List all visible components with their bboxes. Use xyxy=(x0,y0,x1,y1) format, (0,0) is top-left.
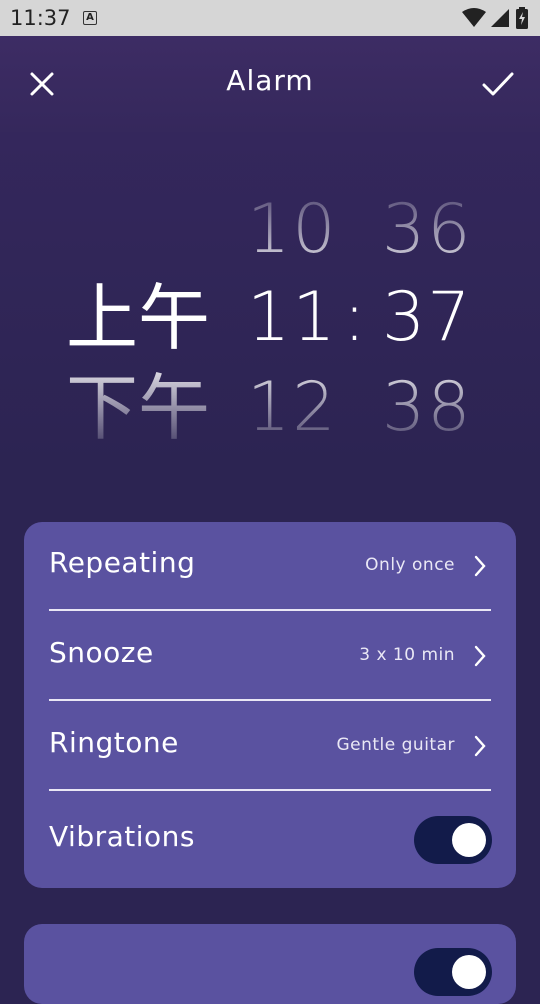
chevron-right-icon xyxy=(474,555,486,577)
snooze-label: Snooze xyxy=(49,636,154,669)
ringtone-row[interactable]: Ringtone Gentle guitar xyxy=(49,702,491,792)
hour-selected[interactable]: 11 xyxy=(247,278,338,358)
snooze-row[interactable]: Snooze 3 x 10 min xyxy=(49,612,491,702)
minute-next[interactable]: 38 xyxy=(382,368,473,448)
ampm-next[interactable]: 下午 xyxy=(66,368,210,448)
app-header: Alarm xyxy=(0,36,540,132)
signal-icon xyxy=(491,9,509,27)
secondary-toggle[interactable] xyxy=(414,948,492,996)
page-title: Alarm xyxy=(226,64,314,97)
ringtone-label: Ringtone xyxy=(49,726,179,759)
repeating-value: Only once xyxy=(365,555,455,575)
vibrations-label: Vibrations xyxy=(49,820,195,853)
a-notification-icon: A xyxy=(83,11,97,25)
snooze-value: 3 x 10 min xyxy=(359,645,455,665)
status-time: 11:37 xyxy=(10,6,71,30)
secondary-settings-card xyxy=(24,924,516,1004)
check-icon[interactable] xyxy=(480,68,516,100)
ampm-selected[interactable]: 上午 xyxy=(66,278,210,358)
ringtone-value: Gentle guitar xyxy=(336,735,455,755)
chevron-right-icon xyxy=(474,735,486,757)
battery-icon xyxy=(516,7,528,29)
time-separator: : xyxy=(343,278,368,357)
status-bar: 11:37 A xyxy=(0,0,540,36)
hour-prev[interactable]: 10 xyxy=(247,190,338,270)
toggle-knob xyxy=(452,823,486,857)
toggle-knob xyxy=(452,955,486,989)
chevron-right-icon xyxy=(474,645,486,667)
divider xyxy=(49,699,491,701)
hour-next[interactable]: 12 xyxy=(247,368,338,448)
divider xyxy=(49,789,491,791)
divider xyxy=(49,609,491,611)
wifi-icon xyxy=(462,8,486,27)
repeating-label: Repeating xyxy=(49,546,196,579)
minute-prev[interactable]: 36 xyxy=(382,190,473,270)
time-picker[interactable]: 10 36 上午 11 : 37 下午 12 38 xyxy=(0,132,540,472)
alarm-settings-card: Repeating Only once Snooze 3 x 10 min Ri… xyxy=(24,522,516,888)
vibrations-toggle[interactable] xyxy=(414,816,492,864)
minute-selected[interactable]: 37 xyxy=(382,278,473,358)
vibrations-row[interactable]: Vibrations xyxy=(49,792,492,882)
repeating-row[interactable]: Repeating Only once xyxy=(49,522,491,612)
